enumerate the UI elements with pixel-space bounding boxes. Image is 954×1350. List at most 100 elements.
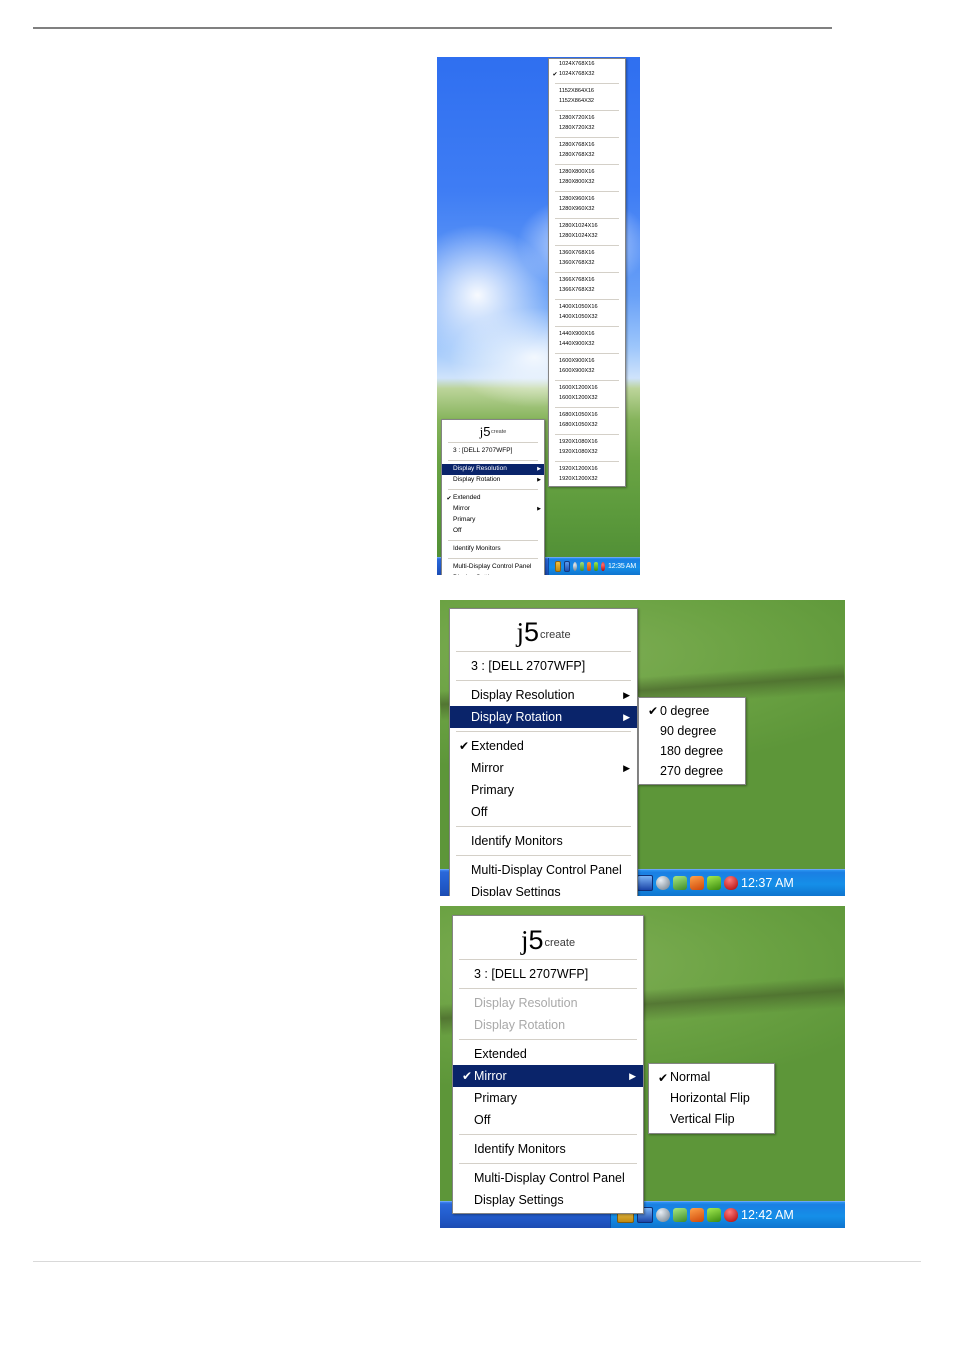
menu-item-rotation[interactable]: 90 degree (639, 721, 745, 741)
menu-item-extended[interactable]: ✔ Extended (442, 493, 544, 504)
network-connection-icon[interactable] (555, 561, 562, 572)
nvidia-icon[interactable] (707, 876, 721, 890)
chevron-right-icon: ▶ (629, 1070, 636, 1081)
nvidia-icon[interactable] (594, 562, 599, 571)
menu-item-resolution[interactable]: 1600X1200X16 (549, 384, 625, 394)
menu-item-mirror[interactable]: Mirror ▶ (450, 757, 637, 779)
headset-icon[interactable] (656, 876, 670, 890)
menu-item-label: 1600X1200X16 (559, 385, 598, 392)
menu-item-resolution[interactable]: 1152X864X32 (549, 97, 625, 107)
security-shield-icon[interactable] (724, 1208, 738, 1222)
menu-item-resolution[interactable]: 1280X768X32 (549, 151, 625, 161)
menu-item-resolution[interactable]: 1600X900X32 (549, 367, 625, 377)
j5-display-icon[interactable] (637, 875, 653, 891)
menu-item-rotation[interactable]: 270 degree (639, 761, 745, 781)
menu-item-resolution[interactable]: 1366X768X32 (549, 286, 625, 296)
menu-item-resolution[interactable]: 1280X960X32 (549, 205, 625, 215)
menu-item-resolution[interactable]: 1280X960X16 (549, 195, 625, 205)
menu-item-resolution[interactable]: 1280X1024X16 (549, 222, 625, 232)
menu-item-mirror-mode[interactable]: Horizontal Flip (649, 1088, 774, 1109)
menu-item-primary[interactable]: Primary (442, 515, 544, 526)
menu-item-multi-display-control-panel[interactable]: Multi-Display Control Panel (450, 859, 637, 881)
menu-item-off[interactable]: Off (442, 526, 544, 537)
menu-item-resolution[interactable]: 1280X768X16 (549, 141, 625, 151)
menu-separator (555, 164, 619, 165)
nvidia-icon[interactable] (707, 1208, 721, 1222)
menu-item-resolution[interactable]: 1680X1050X16 (549, 411, 625, 421)
menu-item-identify-monitors[interactable]: Identify Monitors (442, 544, 544, 555)
menu-item-display-settings[interactable]: Display Settings (442, 573, 544, 576)
taskbar-clock: 12:37 AM (741, 876, 794, 890)
menu-item-rotation[interactable]: 180 degree (639, 741, 745, 761)
menu-item-rotation[interactable]: ✔ 0 degree (639, 701, 745, 721)
menu-item-resolution[interactable]: 1024X768X16 (549, 60, 625, 70)
menu-item-resolution[interactable]: 1920X1200X16 (549, 465, 625, 475)
menu-item-display-settings[interactable]: Display Settings (453, 1189, 643, 1211)
security-shield-icon[interactable] (724, 876, 738, 890)
menu-item-identify-monitors[interactable]: Identify Monitors (450, 830, 637, 852)
taskbar-clock: 12:35 AM (608, 563, 636, 570)
menu-item-resolution[interactable]: 1400X1050X16 (549, 303, 625, 313)
menu-item-display-resolution[interactable]: Display Resolution ▶ (450, 684, 637, 706)
menu-item-primary[interactable]: Primary (450, 779, 637, 801)
bluetooth-icon[interactable] (673, 1208, 687, 1222)
menu-item-identify-monitors[interactable]: Identify Monitors (453, 1138, 643, 1160)
menu-item-resolution[interactable]: 1440X900X32 (549, 340, 625, 350)
menu-item-resolution[interactable]: 1360X768X32 (549, 259, 625, 269)
bluetooth-icon[interactable] (673, 876, 687, 890)
menu-item-resolution[interactable]: 1440X900X16 (549, 330, 625, 340)
menu-item-mirror[interactable]: Mirror ▶ (442, 504, 544, 515)
menu-item-resolution[interactable]: 1280X1024X32 (549, 232, 625, 242)
menu-item-display-settings[interactable]: Display Settings (450, 881, 637, 896)
menu-item-resolution[interactable]: 1152X864X16 (549, 87, 625, 97)
menu-item-mirror[interactable]: ✔ Mirror ▶ (453, 1065, 643, 1087)
menu-item-off[interactable]: Off (453, 1109, 643, 1131)
menu-item-resolution[interactable]: 1920X1080X16 (549, 438, 625, 448)
menu-item-primary[interactable]: Primary (453, 1087, 643, 1109)
menu-item-resolution[interactable]: 1680X1050X32 (549, 421, 625, 431)
menu-separator (555, 434, 619, 435)
menu-separator (459, 1134, 637, 1135)
menu-item-resolution[interactable]: 1360X768X16 (549, 249, 625, 259)
menu-item-resolution[interactable]: 1920X1200X32 (549, 475, 625, 485)
menu-item-multi-display-control-panel[interactable]: Multi-Display Control Panel (453, 1167, 643, 1189)
menu-item-label: Extended (471, 738, 524, 753)
menu-separator (555, 326, 619, 327)
volume-icon[interactable] (690, 876, 704, 890)
menu-item-display-rotation[interactable]: Display Rotation ▶ (450, 706, 637, 728)
menu-item-resolution[interactable]: 1280X800X32 (549, 178, 625, 188)
menu-item-label: Off (453, 527, 462, 535)
volume-icon[interactable] (690, 1208, 704, 1222)
menu-item-label: Display Resolution (474, 995, 578, 1010)
menu-item-extended[interactable]: ✔ Extended (450, 735, 637, 757)
menu-separator (448, 489, 538, 490)
menu-item-resolution[interactable]: 1280X720X16 (549, 114, 625, 124)
menu-item-display-resolution[interactable]: Display Resolution ▶ (442, 464, 544, 475)
j5-display-icon[interactable] (564, 561, 571, 572)
menu-item-multi-display-control-panel[interactable]: Multi-Display Control Panel (442, 562, 544, 573)
menu-item-display-rotation[interactable]: Display Rotation ▶ (442, 475, 544, 486)
menu-item-mirror-mode[interactable]: ✔ Normal (649, 1067, 774, 1088)
headset-icon[interactable] (573, 562, 578, 571)
menu-item-resolution[interactable]: 1280X720X32 (549, 124, 625, 134)
menu-item-resolution[interactable]: 1280X800X16 (549, 168, 625, 178)
menu-item-monitor[interactable]: 3 : [DELL 2707WFP] (453, 963, 643, 985)
menu-item-resolution[interactable]: 1600X900X16 (549, 357, 625, 367)
menu-item-extended[interactable]: Extended (453, 1043, 643, 1065)
menu-item-label: Primary (453, 516, 476, 524)
menu-item-resolution[interactable]: 1920X1080X32 (549, 448, 625, 458)
menu-item-label: Display Settings (474, 1192, 564, 1207)
bluetooth-icon[interactable] (580, 562, 585, 571)
security-shield-icon[interactable] (601, 562, 605, 571)
volume-icon[interactable] (587, 562, 592, 571)
menu-item-resolution[interactable]: 1400X1050X32 (549, 313, 625, 323)
headset-icon[interactable] (656, 1208, 670, 1222)
menu-item-monitor[interactable]: 3 : [DELL 2707WFP] (442, 446, 544, 457)
menu-separator (459, 988, 637, 989)
menu-item-resolution[interactable]: ✔ 1024X768X32 (549, 70, 625, 80)
menu-item-off[interactable]: Off (450, 801, 637, 823)
menu-item-resolution[interactable]: 1366X768X16 (549, 276, 625, 286)
menu-item-monitor[interactable]: 3 : [DELL 2707WFP] (450, 655, 637, 677)
menu-item-mirror-mode[interactable]: Vertical Flip (649, 1109, 774, 1130)
menu-item-resolution[interactable]: 1600X1200X32 (549, 394, 625, 404)
